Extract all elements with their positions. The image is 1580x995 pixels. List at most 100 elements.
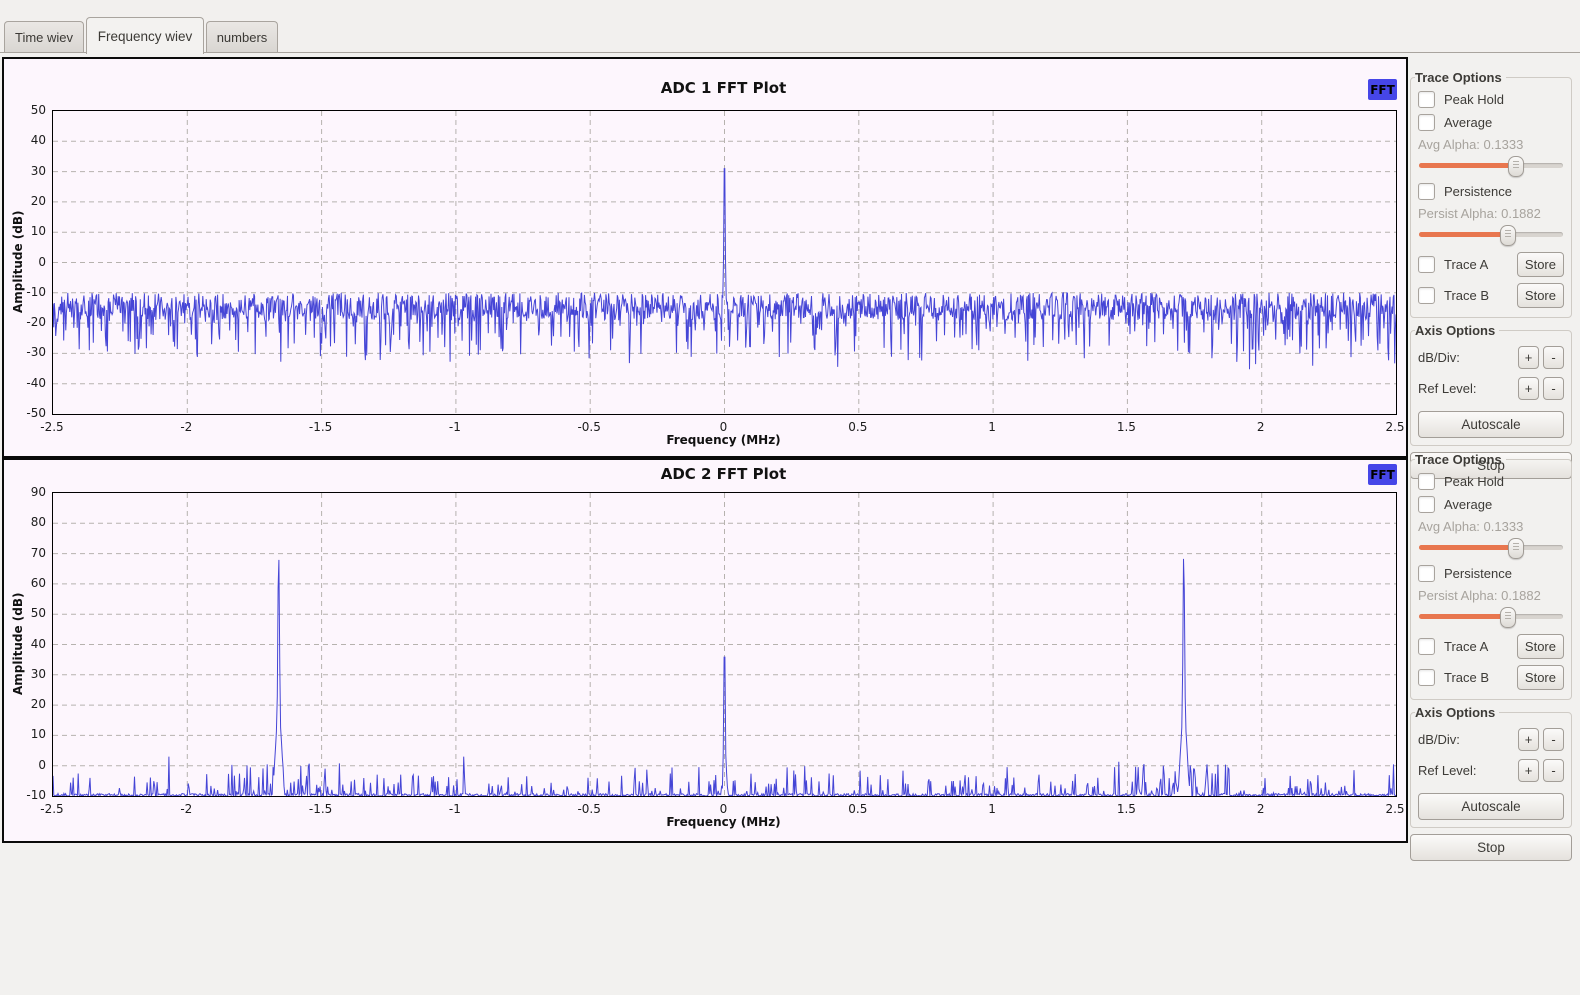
y-tick-label: -10 [6,285,46,299]
fft-badge-adc2: FFT [1368,464,1397,485]
avg-alpha-label-adc1: Avg Alpha: 0.1333 [1418,137,1564,152]
x-tick-label: 1.5 [1103,420,1149,434]
plot-canvas-adc1[interactable] [52,110,1397,415]
y-tick-label: 0 [6,255,46,269]
x-tick-label: -1 [432,420,478,434]
persistence-row-adc2[interactable]: Persistence [1418,565,1564,582]
x-tick-label: -2 [163,802,209,816]
peak-hold-row-adc2[interactable]: Peak Hold [1418,473,1564,490]
tab-time-view[interactable]: Time wiev [4,21,84,52]
store-trace-b-button-adc1[interactable]: Store [1517,283,1564,308]
slider-handle[interactable] [1508,538,1524,559]
trace-a-label: Trace A [1444,639,1488,654]
slider-track[interactable] [1419,232,1563,237]
db-div-plus-button-adc2[interactable]: + [1518,728,1539,751]
persistence-row-adc1[interactable]: Persistence [1418,183,1564,200]
trace-b-checkbox-adc1[interactable] [1418,287,1435,304]
control-panel-adc1: Trace Options Peak Hold Average Avg Alph… [1410,70,1572,479]
autoscale-button-adc2[interactable]: Autoscale [1418,793,1564,820]
trace-b-row-adc2[interactable]: Trace B [1418,669,1513,686]
db-div-plus-button-adc1[interactable]: + [1518,346,1539,369]
autoscale-button-adc1[interactable]: Autoscale [1418,411,1564,438]
persist-alpha-slider-adc1[interactable] [1419,224,1563,245]
ref-level-label: Ref Level: [1418,763,1514,778]
ref-level-plus-button-adc2[interactable]: + [1518,759,1539,782]
y-tick-label: 50 [6,103,46,117]
x-tick-label: 1 [969,420,1015,434]
x-tick-label: 2 [1238,420,1284,434]
store-trace-b-button-adc2[interactable]: Store [1517,665,1564,690]
db-div-minus-button-adc2[interactable]: - [1543,728,1564,751]
average-checkbox-adc1[interactable] [1418,114,1435,131]
ref-level-minus-button-adc1[interactable]: - [1543,377,1564,400]
persistence-label: Persistence [1444,184,1512,199]
db-div-minus-button-adc1[interactable]: - [1543,346,1564,369]
slider-handle[interactable] [1508,156,1524,177]
peak-hold-row-adc1[interactable]: Peak Hold [1418,91,1564,108]
average-label: Average [1444,115,1492,130]
axis-options-title: Axis Options [1415,705,1499,720]
persist-alpha-label-adc1: Persist Alpha: 0.1882 [1418,206,1564,221]
persistence-label: Persistence [1444,566,1512,581]
average-checkbox-adc2[interactable] [1418,496,1435,513]
plot-title-adc2: ADC 2 FFT Plot [52,465,1395,483]
x-tick-label: -1.5 [298,802,344,816]
x-tick-label: 0.5 [835,802,881,816]
y-tick-label: 40 [6,637,46,651]
store-trace-a-button-adc1[interactable]: Store [1517,252,1564,277]
average-row-adc1[interactable]: Average [1418,114,1564,131]
tab-bar: Time wiev Frequency wiev numbers [0,0,1580,52]
tab-frequency-view[interactable]: Frequency wiev [86,17,204,54]
trace-options-title: Trace Options [1415,452,1506,467]
trace-a-row-adc1[interactable]: Trace A [1418,256,1513,273]
peak-hold-label: Peak Hold [1444,474,1504,489]
x-axis-label-adc1: Frequency (MHz) [52,433,1395,447]
avg-alpha-slider-adc2[interactable] [1419,537,1563,558]
store-trace-a-button-adc2[interactable]: Store [1517,634,1564,659]
slider-track[interactable] [1419,163,1563,168]
persistence-checkbox-adc1[interactable] [1418,183,1435,200]
persist-alpha-slider-adc2[interactable] [1419,606,1563,627]
slider-handle[interactable] [1500,225,1516,246]
trace-a-label: Trace A [1444,257,1488,272]
ref-level-plus-button-adc1[interactable]: + [1518,377,1539,400]
control-panel-adc2: Trace Options Peak Hold Average Avg Alph… [1410,452,1572,861]
tab-numbers[interactable]: numbers [206,21,278,52]
average-row-adc2[interactable]: Average [1418,496,1564,513]
trace-options-group-adc2: Trace Options Peak Hold Average Avg Alph… [1410,452,1572,700]
slider-track[interactable] [1419,614,1563,619]
y-tick-label: 20 [6,697,46,711]
persistence-checkbox-adc2[interactable] [1418,565,1435,582]
avg-alpha-slider-adc1[interactable] [1419,155,1563,176]
y-tick-label: 30 [6,667,46,681]
x-tick-label: -1.5 [298,420,344,434]
trace-a-row-adc2[interactable]: Trace A [1418,638,1513,655]
ref-level-minus-button-adc2[interactable]: - [1543,759,1564,782]
x-tick-label: -0.5 [566,420,612,434]
stop-button-adc2[interactable]: Stop [1410,834,1572,861]
avg-alpha-label-adc2: Avg Alpha: 0.1333 [1418,519,1564,534]
ref-level-label: Ref Level: [1418,381,1514,396]
fft-badge-adc1: FFT [1368,79,1397,100]
slider-track[interactable] [1419,545,1563,550]
slider-handle[interactable] [1500,607,1516,628]
peak-hold-checkbox-adc2[interactable] [1418,473,1435,490]
trace-b-row-adc1[interactable]: Trace B [1418,287,1513,304]
persist-alpha-label-adc2: Persist Alpha: 0.1882 [1418,588,1564,603]
y-tick-label: 10 [6,224,46,238]
y-tick-label: 90 [6,485,46,499]
trace-options-title: Trace Options [1415,70,1506,85]
fft-plot-widget-adc1: ADC 1 FFT Plot FFT Amplitude (dB) Freque… [2,57,1408,458]
plot-canvas-adc2[interactable] [52,492,1397,797]
trace-a-checkbox-adc2[interactable] [1418,638,1435,655]
y-tick-label: 70 [6,546,46,560]
axis-options-title: Axis Options [1415,323,1499,338]
x-tick-label: -0.5 [566,802,612,816]
y-tick-label: -20 [6,315,46,329]
trace-b-checkbox-adc2[interactable] [1418,669,1435,686]
trace-a-checkbox-adc1[interactable] [1418,256,1435,273]
x-tick-label: -2 [163,420,209,434]
y-tick-label: -30 [6,345,46,359]
y-tick-label: 40 [6,133,46,147]
peak-hold-checkbox-adc1[interactable] [1418,91,1435,108]
